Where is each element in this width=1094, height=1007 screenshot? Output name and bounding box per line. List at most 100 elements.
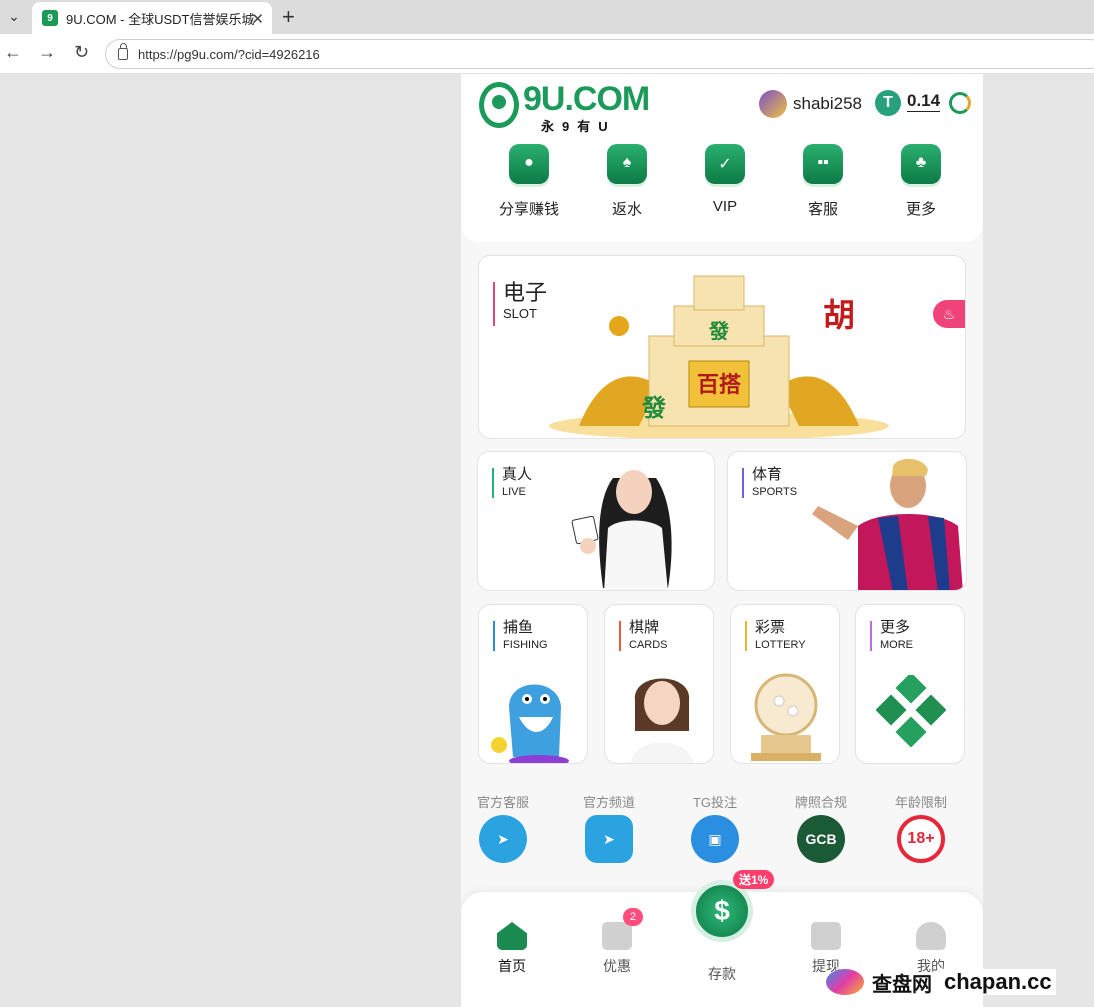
mahjong-tiles-illustration: 百搭 發 發 胡 <box>549 275 889 438</box>
svg-text:百搭: 百搭 <box>697 373 742 398</box>
game-card-fishing[interactable]: 捕鱼 FISHING <box>478 604 588 764</box>
bottomnav-label: 优惠 <box>603 958 631 974</box>
quicknav-rebate[interactable]: ♠ 返水 <box>587 144 667 219</box>
card-title-zh: 棋牌 <box>629 619 660 636</box>
football-player-illustration <box>812 458 963 590</box>
hot-flame-icon: ♨ <box>933 300 965 328</box>
quick-nav: ● 分享赚钱 ♠ 返水 ✓ VIP ▪▪ 客服 ♣ 更多 <box>461 136 983 242</box>
deposit-bonus-badge: 送1% <box>733 870 775 889</box>
quicknav-more[interactable]: ♣ 更多 <box>881 144 961 219</box>
cards-hostess-illustration <box>631 678 693 763</box>
support-icon: ▪▪ <box>803 144 843 184</box>
usdt-symbol: T <box>883 94 893 111</box>
quicknav-label: 分享赚钱 <box>498 201 559 218</box>
gcb-text: GCB <box>805 831 837 847</box>
refresh-balance-icon[interactable] <box>949 92 971 114</box>
age-text: 18+ <box>907 830 935 847</box>
vip-icon: ✓ <box>705 144 745 184</box>
withdraw-upload-icon <box>811 922 841 950</box>
home-icon <box>497 922 527 950</box>
quicknav-label: 返水 <box>611 201 642 218</box>
browser-tab[interactable]: 9 9U.COM - 全球USDT信誉娱乐城 ✕ <box>32 2 272 34</box>
card-title-en: LIVE <box>502 486 526 498</box>
site-logo[interactable]: 9U.COM 永9有U <box>479 80 650 134</box>
tab-list-chevron-icon[interactable]: ⌄ <box>2 4 26 28</box>
contact-label: 年龄限制 <box>894 795 947 810</box>
contact-license[interactable]: 牌照合规 GCB <box>776 792 866 863</box>
contact-official-support[interactable]: 官方客服 ➤ <box>461 792 548 863</box>
rebate-icon: ♠ <box>607 144 647 184</box>
contact-label: 官方频道 <box>582 795 635 810</box>
promo-count-badge: 2 <box>623 908 643 926</box>
watermark-zh: 查盘网 <box>872 973 932 996</box>
accent-bar <box>493 621 495 651</box>
url-text[interactable]: https://pg9u.com/?cid=4926216 <box>138 47 320 62</box>
card-title: 捕鱼 FISHING <box>493 619 548 653</box>
card-title-en: LOTTERY <box>755 639 806 651</box>
logo-slogan: 永9有U <box>541 119 616 134</box>
card-title-zh: 体育 <box>752 466 783 483</box>
accent-bar <box>742 468 744 498</box>
lock-icon[interactable] <box>118 43 128 60</box>
card-title-en: CARDS <box>629 639 668 651</box>
card-title-zh: 彩票 <box>755 619 786 636</box>
bottomnav-deposit[interactable]: 存款 <box>687 958 757 984</box>
card-title: 彩票 LOTTERY <box>745 619 806 653</box>
watermark-en: chapan.cc <box>940 969 1056 995</box>
svg-text:發: 發 <box>641 394 666 422</box>
svg-text:發: 發 <box>708 319 729 343</box>
game-card-live[interactable]: 真人 LIVE <box>477 451 715 591</box>
game-card-sports[interactable]: 体育 SPORTS <box>727 451 967 591</box>
card-title-zh: 更多 <box>880 619 911 636</box>
close-tab-icon[interactable]: ✕ <box>251 10 264 28</box>
logo-text: 9U.COM <box>523 80 650 118</box>
contact-row: 官方客服 ➤ 官方频道 ➤ TG投注 ▣ 牌照合规 GCB 年龄限制 18+ <box>461 792 983 882</box>
wallet-balance[interactable]: 0.14 <box>907 91 941 112</box>
bottomnav-promo[interactable]: 优惠 <box>582 922 652 976</box>
favicon-icon: 9 <box>42 10 58 26</box>
android-bot-icon: ▣ <box>691 815 739 863</box>
contact-official-channel[interactable]: 官方频道 ➤ <box>564 792 654 863</box>
forward-icon[interactable]: → <box>38 42 56 63</box>
username[interactable]: shabi258 <box>793 94 862 114</box>
game-card-more[interactable]: 更多 MORE <box>855 604 965 764</box>
quicknav-vip[interactable]: ✓ VIP <box>685 144 765 215</box>
chapan-logo-icon <box>826 969 864 995</box>
reload-icon[interactable]: ↻ <box>74 42 89 63</box>
accent-bar <box>492 468 494 498</box>
quicknav-support[interactable]: ▪▪ 客服 <box>783 144 863 219</box>
live-dealer-illustration <box>571 470 672 590</box>
new-tab-icon[interactable]: + <box>282 4 295 30</box>
contact-age-limit[interactable]: 年龄限制 18+ <box>876 792 966 863</box>
contact-tg-bet[interactable]: TG投注 ▣ <box>670 792 760 863</box>
game-card-cards[interactable]: 棋牌 CARDS <box>604 604 714 764</box>
clover-diamond-icon <box>876 675 946 747</box>
card-title-en: MORE <box>880 639 913 651</box>
quicknav-label: VIP <box>712 198 738 215</box>
card-title-zh: 捕鱼 <box>503 619 534 636</box>
gcb-license-icon: GCB <box>797 815 845 863</box>
bottomnav-label: 首页 <box>498 958 526 974</box>
bottomnav-home[interactable]: 首页 <box>477 922 547 976</box>
card-title: 真人 LIVE <box>492 466 532 500</box>
contact-label: TG投注 <box>692 795 738 810</box>
usdt-icon: T <box>875 90 901 116</box>
lottery-drum-illustration <box>751 673 821 761</box>
age-18-icon: 18+ <box>897 815 945 863</box>
card-title: 棋牌 CARDS <box>619 619 668 653</box>
telegram-channel-icon: ➤ <box>585 815 633 863</box>
address-bar[interactable]: https://pg9u.com/?cid=4926216 <box>105 39 1094 69</box>
telegram-icon: ➤ <box>479 815 527 863</box>
watermark: 查盘网 chapan.cc <box>826 964 1056 1000</box>
app-page: 9U.COM 永9有U shabi258 T 0.14 ● 分享赚钱 ♠ 返水 … <box>461 74 983 1007</box>
svg-text:胡: 胡 <box>823 296 855 334</box>
avatar[interactable] <box>759 90 787 118</box>
accent-bar <box>745 621 747 651</box>
game-card-lottery[interactable]: 彩票 LOTTERY <box>730 604 840 764</box>
back-icon[interactable]: ← <box>4 42 22 63</box>
browser-tabbar: ⌄ 9 9U.COM - 全球USDT信誉娱乐城 ✕ + <box>0 0 1094 34</box>
deposit-coin-icon[interactable]: $ <box>691 880 753 942</box>
quicknav-share[interactable]: ● 分享赚钱 <box>489 144 569 219</box>
card-title-zh: 真人 <box>502 466 533 483</box>
game-card-slot[interactable]: 电子 SLOT 百搭 發 發 胡 ♨ <box>478 255 966 439</box>
